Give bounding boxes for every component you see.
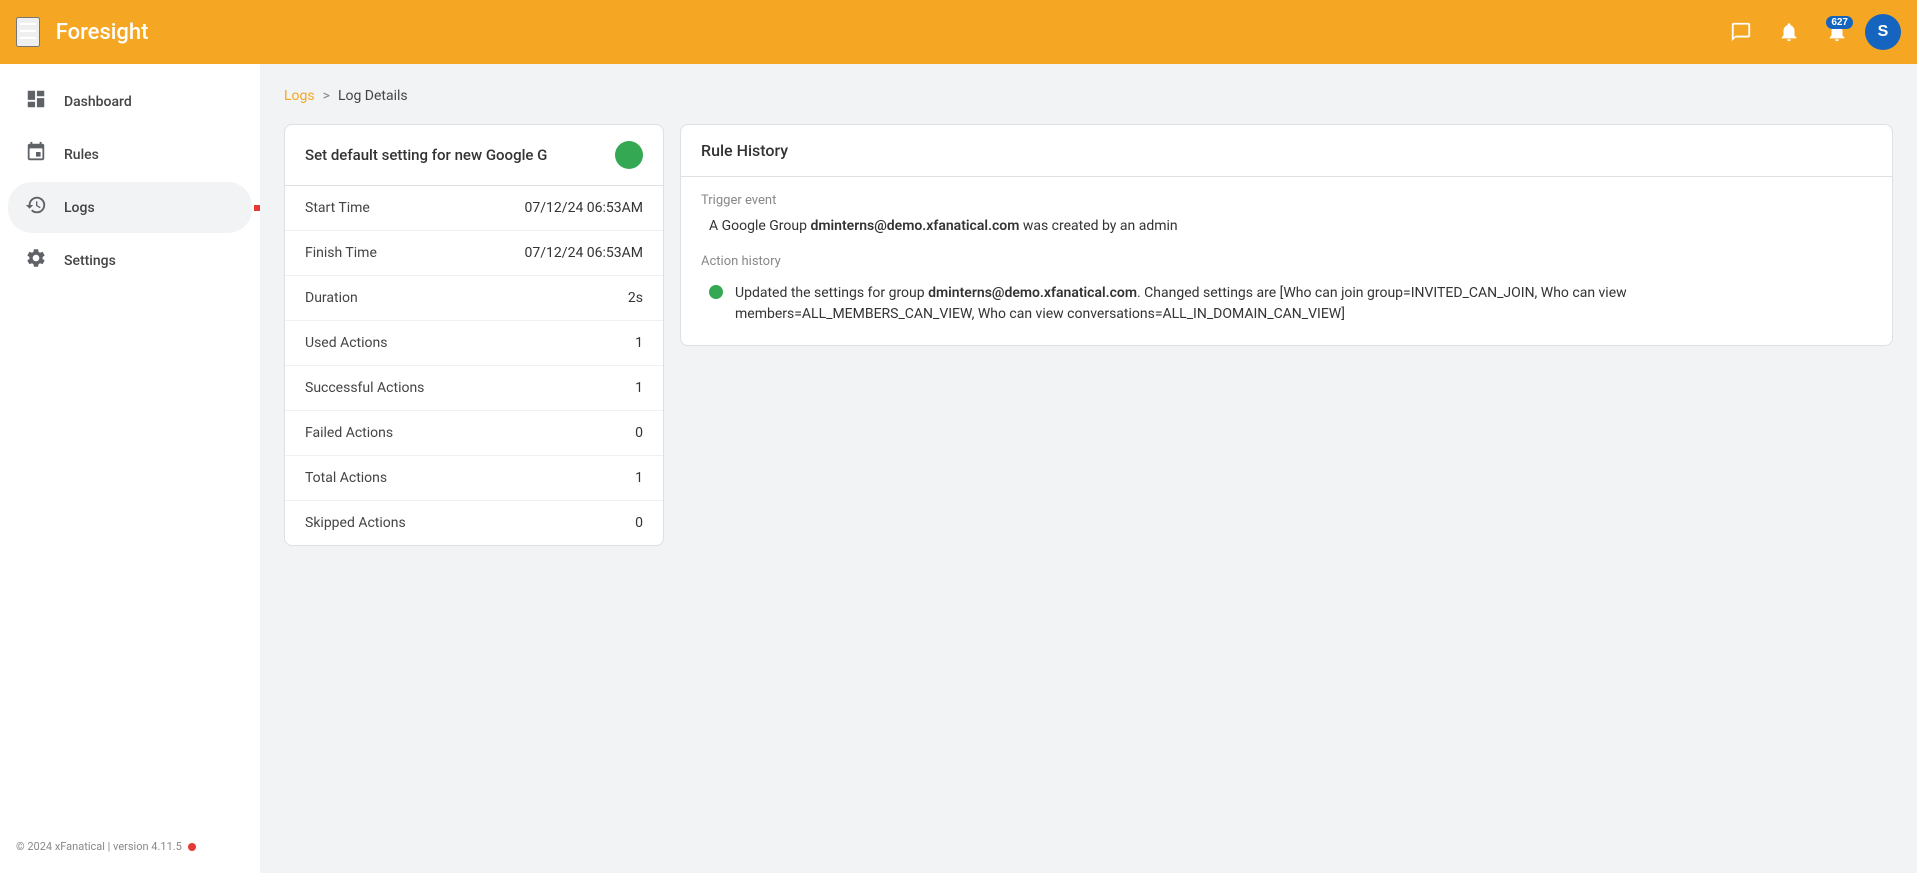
action-history-section: Action history Updated the settings for … <box>701 254 1872 329</box>
footer-text: © 2024 xFanatical | version 4.11.5 <box>16 840 182 853</box>
dashboard-label: Dashboard <box>64 94 132 110</box>
sidebar-item-settings[interactable]: Settings <box>8 235 252 286</box>
notification-icon[interactable]: 627 <box>1817 12 1857 52</box>
logs-label: Logs <box>64 200 95 216</box>
sidebar-item-dashboard[interactable]: Dashboard <box>8 76 252 127</box>
breadcrumb-logs-link[interactable]: Logs <box>284 88 315 104</box>
rules-label: Rules <box>64 147 99 163</box>
trigger-text: A Google Group dminterns@demo.xfanatical… <box>701 218 1872 234</box>
sidebar-item-logs[interactable]: Logs <box>8 182 252 233</box>
sidebar-item-rules[interactable]: Rules <box>8 129 252 180</box>
action-prefix: Updated the settings for group <box>735 285 928 301</box>
user-avatar[interactable]: S <box>1865 14 1901 50</box>
settings-label: Settings <box>64 253 116 269</box>
table-row: Total Actions 1 <box>285 456 663 501</box>
card-title: Set default setting for new Google G <box>305 146 547 164</box>
header-icons: 627 S <box>1721 12 1901 52</box>
row-value: 07/12/24 06:53AM <box>525 200 643 216</box>
menu-icon[interactable]: ☰ <box>16 17 40 47</box>
rule-history-card: Rule History Trigger event A Google Grou… <box>680 124 1893 346</box>
rule-history-header: Rule History <box>681 125 1892 177</box>
arrow-annotation <box>254 196 260 220</box>
rules-icon <box>24 141 48 168</box>
card-rows: Start Time 07/12/24 06:53AM Finish Time … <box>285 186 663 545</box>
row-label: Used Actions <box>305 335 387 351</box>
breadcrumb: Logs > Log Details <box>284 88 1893 104</box>
app-title: Foresight <box>56 20 1705 45</box>
row-label: Duration <box>305 290 358 306</box>
row-value: 1 <box>635 380 643 396</box>
action-text: Updated the settings for group dminterns… <box>735 283 1864 325</box>
rule-history-body: Trigger event A Google Group dminterns@d… <box>681 177 1892 345</box>
breadcrumb-separator: > <box>323 88 330 104</box>
row-label: Total Actions <box>305 470 387 486</box>
action-section-label: Action history <box>701 254 1872 269</box>
row-value: 1 <box>635 335 643 351</box>
row-value: 1 <box>635 470 643 486</box>
table-row: Finish Time 07/12/24 06:53AM <box>285 231 663 276</box>
trigger-group-email: dminterns@demo.xfanatical.com <box>810 218 1019 234</box>
main-layout: Dashboard Rules Logs <box>0 64 1917 873</box>
breadcrumb-current: Log Details <box>338 88 408 104</box>
table-row: Used Actions 1 <box>285 321 663 366</box>
row-value: 2s <box>628 290 643 306</box>
row-label: Skipped Actions <box>305 515 406 531</box>
status-active-indicator <box>615 141 643 169</box>
row-value: 0 <box>635 515 643 531</box>
dashboard-icon <box>24 88 48 115</box>
table-row: Successful Actions 1 <box>285 366 663 411</box>
content-area: Logs > Log Details Set default setting f… <box>260 64 1917 873</box>
settings-icon <box>24 247 48 274</box>
action-item: Updated the settings for group dminterns… <box>701 279 1872 329</box>
sidebar: Dashboard Rules Logs <box>0 64 260 873</box>
status-dot <box>188 843 196 851</box>
arrow-body <box>254 205 260 211</box>
table-row: Start Time 07/12/24 06:53AM <box>285 186 663 231</box>
card-header: Set default setting for new Google G <box>285 125 663 186</box>
table-row: Failed Actions 0 <box>285 411 663 456</box>
table-row: Skipped Actions 0 <box>285 501 663 545</box>
trigger-section-label: Trigger event <box>701 193 1872 208</box>
action-status-dot <box>709 285 723 299</box>
row-label: Finish Time <box>305 245 377 261</box>
row-value: 07/12/24 06:53AM <box>525 245 643 261</box>
cards-row: Set default setting for new Google G Sta… <box>284 124 1893 546</box>
top-header: ☰ Foresight 627 S <box>0 0 1917 64</box>
action-group-email: dminterns@demo.xfanatical.com <box>928 285 1137 301</box>
alert-icon[interactable] <box>1769 12 1809 52</box>
log-detail-card: Set default setting for new Google G Sta… <box>284 124 664 546</box>
row-label: Successful Actions <box>305 380 424 396</box>
trigger-prefix: A Google Group <box>709 218 810 234</box>
sidebar-footer: © 2024 xFanatical | version 4.11.5 <box>0 832 260 861</box>
nav-items: Dashboard Rules Logs <box>0 76 260 286</box>
rule-history-title: Rule History <box>701 141 788 160</box>
notification-badge: 627 <box>1826 16 1853 29</box>
logs-icon <box>24 194 48 221</box>
chat-icon[interactable] <box>1721 12 1761 52</box>
table-row: Duration 2s <box>285 276 663 321</box>
row-label: Start Time <box>305 200 370 216</box>
row-label: Failed Actions <box>305 425 393 441</box>
trigger-suffix: was created by an admin <box>1019 218 1177 234</box>
row-value: 0 <box>635 425 643 441</box>
